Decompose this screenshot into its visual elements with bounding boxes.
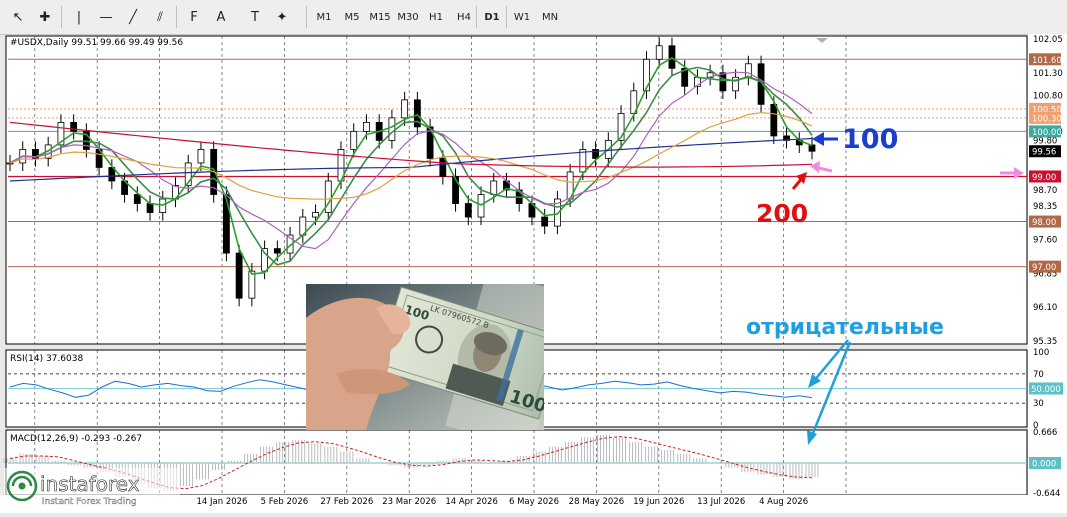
price-axis-tick-label: 97.60 bbox=[1033, 236, 1057, 246]
toolbar-separator bbox=[176, 6, 177, 28]
vertical-line-icon[interactable]: | bbox=[67, 6, 91, 28]
rsi-axis-tick-label: 100 bbox=[1033, 348, 1049, 358]
candle bbox=[643, 58, 650, 92]
fibonacci-icon[interactable]: F bbox=[182, 6, 206, 28]
toolbar: ↖ ✚ | — ╱ ⫽ F A T ✦ M1 M5 M15 M30 H1 H4 D1 W1 MN bbox=[0, 0, 1067, 35]
timeframe-mn-button[interactable]: MN bbox=[536, 6, 564, 28]
price-badge-label: 101.60 bbox=[1032, 56, 1062, 66]
macd-axis-tick-label: 0.000 bbox=[1032, 460, 1056, 470]
candle bbox=[350, 131, 358, 150]
price-badge-label: 100.00 bbox=[1032, 128, 1062, 138]
toolbar-separator bbox=[61, 6, 62, 28]
time-axis-tick-label: 19 Jun 2026 bbox=[633, 497, 684, 507]
price-badge-label: 98.00 bbox=[1032, 218, 1056, 228]
candle bbox=[197, 149, 205, 164]
price-badge-label: 100.30 bbox=[1032, 114, 1062, 124]
price-badge-label: 99.56 bbox=[1032, 148, 1056, 158]
crosshair-icon[interactable]: ✚ bbox=[33, 6, 57, 28]
time-axis-tick-label: 13 Jul 2026 bbox=[697, 497, 745, 507]
time-axis-tick-label: 14 Apr 2026 bbox=[445, 497, 498, 507]
candle bbox=[363, 121, 370, 132]
equidistant-channel-icon[interactable]: ⫽ bbox=[148, 6, 172, 28]
time-axis-tick-label: 14 Jan 2026 bbox=[197, 497, 248, 507]
rsi-axis-tick-label: 50.000 bbox=[1031, 385, 1061, 395]
candle bbox=[235, 252, 243, 299]
rsi-axis-tick-label: 70 bbox=[1033, 370, 1044, 380]
candle bbox=[401, 99, 409, 119]
candle bbox=[655, 45, 663, 60]
ma100-label: 100 bbox=[842, 124, 898, 155]
time-axis-tick-label: 4 Aug 2026 bbox=[759, 497, 808, 507]
timeframe-h4-button[interactable]: H4 bbox=[450, 6, 478, 28]
macd-axis-tick-label: -0.644 bbox=[1033, 489, 1060, 499]
candle bbox=[70, 121, 78, 132]
toolbar-separator bbox=[506, 6, 507, 28]
text-label-icon[interactable]: T bbox=[243, 6, 267, 28]
text-icon[interactable]: A bbox=[209, 6, 233, 28]
ma200-label: 200 bbox=[756, 199, 808, 228]
price-axis-tick-label: 96.10 bbox=[1033, 303, 1057, 313]
time-axis-tick-label: 27 Feb 2026 bbox=[320, 497, 373, 507]
timeframe-h1-button[interactable]: H1 bbox=[422, 6, 450, 28]
price-axis-tick-label: 102.05 bbox=[1033, 35, 1063, 45]
rsi-title: RSI(14) 37.6038 bbox=[10, 354, 84, 364]
candle bbox=[541, 216, 549, 227]
dollar-bill-photo: LK 07960572 B 100 100 bbox=[306, 284, 544, 430]
negative-label: отрицательные bbox=[746, 315, 944, 340]
price-axis-tick-label: 100.80 bbox=[1033, 91, 1063, 101]
horizontal-line-icon[interactable]: — bbox=[94, 6, 118, 28]
candle bbox=[808, 144, 816, 152]
chart-area[interactable]: 102.05 101.30 100.80 100.0099.80 98.70 98.35 9… bbox=[0, 34, 1067, 513]
trendline-icon[interactable]: ╱ bbox=[121, 6, 145, 28]
chart-canvas[interactable]: 102.05 101.30 100.80 100.0099.80 98.70 98.35 9… bbox=[0, 34, 1067, 513]
toolbar-separator bbox=[306, 6, 307, 28]
symbol-info: #USDX,Daily 99.51 99.66 99.49 99.56 bbox=[10, 38, 184, 48]
candle bbox=[744, 63, 752, 78]
toolbar-separator bbox=[476, 6, 477, 28]
shapes-icon[interactable]: ✦ bbox=[270, 6, 294, 28]
rsi-axis-tick-label: 30 bbox=[1033, 399, 1044, 409]
logo-tagline: Instant Forex Trading bbox=[42, 497, 137, 507]
cursor-icon[interactable]: ↖ bbox=[6, 6, 30, 28]
candle bbox=[6, 162, 14, 165]
timeframe-w1-button[interactable]: W1 bbox=[508, 6, 536, 28]
price-badge-label: 99.00 bbox=[1032, 173, 1056, 183]
time-axis-tick-label: 23 Mar 2026 bbox=[382, 497, 436, 507]
price-axis-tick-label: 101.30 bbox=[1033, 69, 1063, 79]
price-axis-tick-label: 98.35 bbox=[1033, 202, 1057, 212]
time-axis-tick-label: 6 May 2026 bbox=[509, 497, 559, 507]
price-axis-tick-label: 98.70 bbox=[1033, 186, 1057, 196]
candle bbox=[312, 212, 319, 218]
candle bbox=[490, 180, 498, 195]
candle bbox=[464, 203, 472, 218]
price-axis-tick-label: 95.35 bbox=[1033, 337, 1057, 347]
price-badge-label: 97.00 bbox=[1032, 263, 1056, 273]
timeframe-m5-button[interactable]: M5 bbox=[338, 6, 366, 28]
instaforex-logo: instaforex Instant Forex Trading bbox=[4, 468, 180, 510]
candle bbox=[439, 158, 447, 177]
candle bbox=[133, 194, 141, 204]
candle bbox=[719, 72, 727, 92]
price-axis-tick-label: 99.80 bbox=[1033, 136, 1057, 146]
timeframe-m1-button[interactable]: M1 bbox=[310, 6, 338, 28]
candle bbox=[388, 117, 396, 141]
timeframe-m15-button[interactable]: M15 bbox=[366, 6, 394, 28]
candle bbox=[223, 194, 230, 254]
candle bbox=[248, 270, 256, 299]
candle bbox=[770, 103, 778, 137]
candle bbox=[273, 248, 281, 254]
time-axis-tick-label: 28 May 2026 bbox=[569, 497, 624, 507]
macd-axis-tick-label: 0.666 bbox=[1033, 428, 1057, 438]
logo-name: instaforex bbox=[40, 472, 140, 496]
macd-title: MACD(12,26,9) -0.293 -0.267 bbox=[10, 434, 143, 444]
time-axis-tick-label: 5 Feb 2026 bbox=[261, 497, 309, 507]
candle bbox=[146, 203, 154, 213]
timeframe-d1-button[interactable]: D1 bbox=[478, 6, 506, 28]
timeframe-m30-button[interactable]: M30 bbox=[394, 6, 422, 28]
